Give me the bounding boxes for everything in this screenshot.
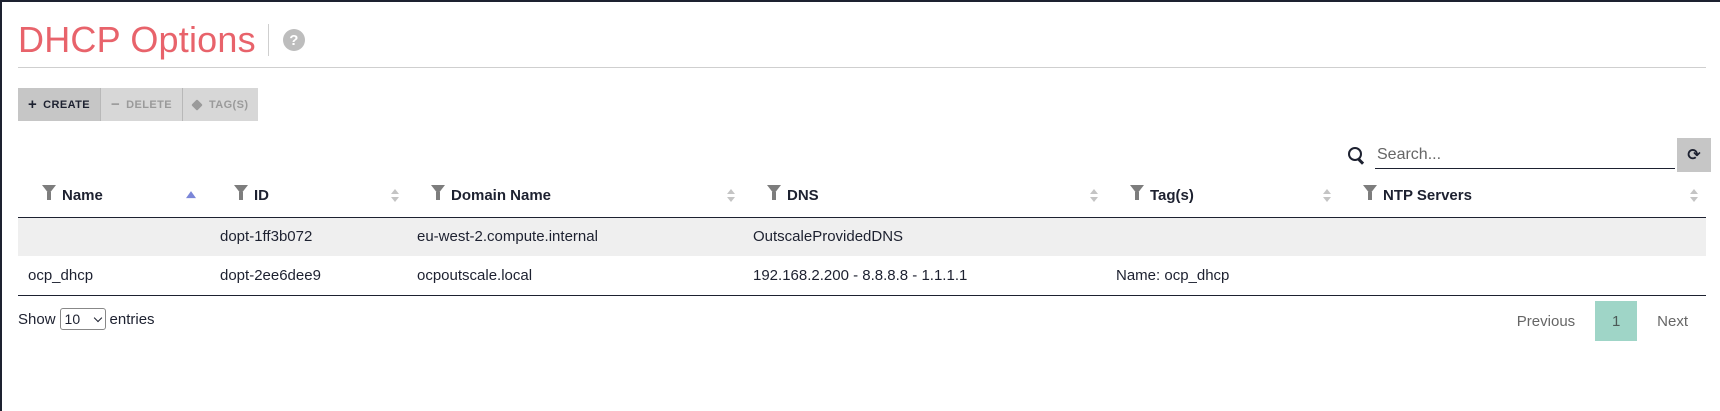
cell-name [18, 217, 210, 256]
entries-per-page-select[interactable]: 10 [59, 308, 106, 330]
cell-tags [1106, 217, 1339, 256]
page-button-current[interactable]: 1 [1595, 301, 1638, 341]
next-page-button[interactable]: Next [1639, 301, 1706, 341]
dhcp-options-table: Name ID Domain Name DNS Tag(s) NTP Serve… [18, 175, 1706, 296]
question-circle-icon[interactable]: ? [282, 29, 305, 51]
sort-icon [1690, 188, 1698, 203]
cell-name: ocp_dhcp [18, 256, 210, 296]
page-title: DHCP Options [18, 19, 256, 60]
search-input[interactable] [1375, 141, 1675, 169]
cell-domain-name: ocpoutscale.local [407, 256, 743, 296]
tags-button-label: TAG(S) [208, 98, 249, 111]
column-header-tags[interactable]: Tag(s) [1106, 175, 1339, 218]
table-row[interactable]: dopt-1ff3b072 eu-west-2.compute.internal… [18, 217, 1706, 256]
refresh-button[interactable]: ⟳ [1677, 138, 1711, 172]
show-label: Show [18, 310, 56, 328]
entries-value: 10 [64, 311, 81, 327]
title-separator [267, 24, 269, 56]
cell-tags: Name: ocp_dhcp [1106, 256, 1339, 296]
sort-icon [727, 188, 735, 203]
delete-button[interactable]: − DELETE [100, 88, 183, 121]
cell-ntp-servers [1339, 217, 1706, 256]
refresh-icon: ⟳ [1687, 147, 1701, 164]
filter-icon[interactable] [767, 184, 781, 201]
column-header-dns[interactable]: DNS [743, 175, 1106, 218]
delete-button-label: DELETE [126, 98, 172, 111]
filter-icon[interactable] [1130, 184, 1144, 201]
tags-button[interactable]: TAG(S) [182, 88, 259, 121]
create-button-label: CREATE [43, 98, 90, 111]
column-label: Domain Name [451, 187, 552, 205]
cell-id: dopt-1ff3b072 [210, 217, 407, 256]
search-bar: ⟳ [1347, 138, 1711, 172]
column-label: Tag(s) [1150, 187, 1194, 205]
filter-icon[interactable] [431, 184, 445, 201]
title-divider [18, 67, 1706, 68]
show-entries-control: Show 10 entries [18, 308, 155, 330]
table-row[interactable]: ocp_dhcp dopt-2ee6dee9 ocpoutscale.local… [18, 256, 1706, 296]
title-row: DHCP Options ? [18, 16, 305, 64]
create-button[interactable]: + CREATE [18, 88, 101, 121]
sort-icon [391, 188, 399, 203]
search-icon [1347, 146, 1365, 164]
column-label: DNS [787, 187, 819, 205]
filter-icon[interactable] [1363, 184, 1377, 201]
column-header-ntp-servers[interactable]: NTP Servers [1339, 175, 1706, 218]
entries-label: entries [109, 310, 155, 328]
cell-dns: 192.168.2.200 - 8.8.8.8 - 1.1.1.1 [743, 256, 1106, 296]
column-header-domain-name[interactable]: Domain Name [407, 175, 743, 218]
cell-id: dopt-2ee6dee9 [210, 256, 407, 296]
column-label: NTP Servers [1383, 187, 1472, 205]
sort-ascending-icon [186, 190, 196, 198]
column-header-name[interactable]: Name [18, 175, 210, 218]
filter-icon[interactable] [234, 184, 248, 201]
column-header-id[interactable]: ID [210, 175, 407, 218]
tag-icon [193, 100, 203, 110]
previous-page-button[interactable]: Previous [1499, 301, 1593, 341]
cell-dns: OutscaleProvidedDNS [743, 217, 1106, 256]
action-toolbar: + CREATE − DELETE TAG(S) [18, 88, 259, 121]
column-label: ID [254, 187, 269, 205]
sort-icon [1090, 188, 1098, 203]
sort-icon [1323, 188, 1331, 203]
cell-domain-name: eu-west-2.compute.internal [407, 217, 743, 256]
cell-ntp-servers [1339, 256, 1706, 296]
filter-icon[interactable] [42, 184, 56, 201]
chevron-down-icon [93, 313, 102, 322]
pagination: Previous 1 Next [1499, 301, 1706, 341]
table-header-row: Name ID Domain Name DNS Tag(s) NTP Serve… [18, 175, 1706, 218]
minus-icon: − [110, 96, 121, 113]
column-label: Name [62, 187, 103, 205]
plus-icon: + [28, 96, 38, 113]
